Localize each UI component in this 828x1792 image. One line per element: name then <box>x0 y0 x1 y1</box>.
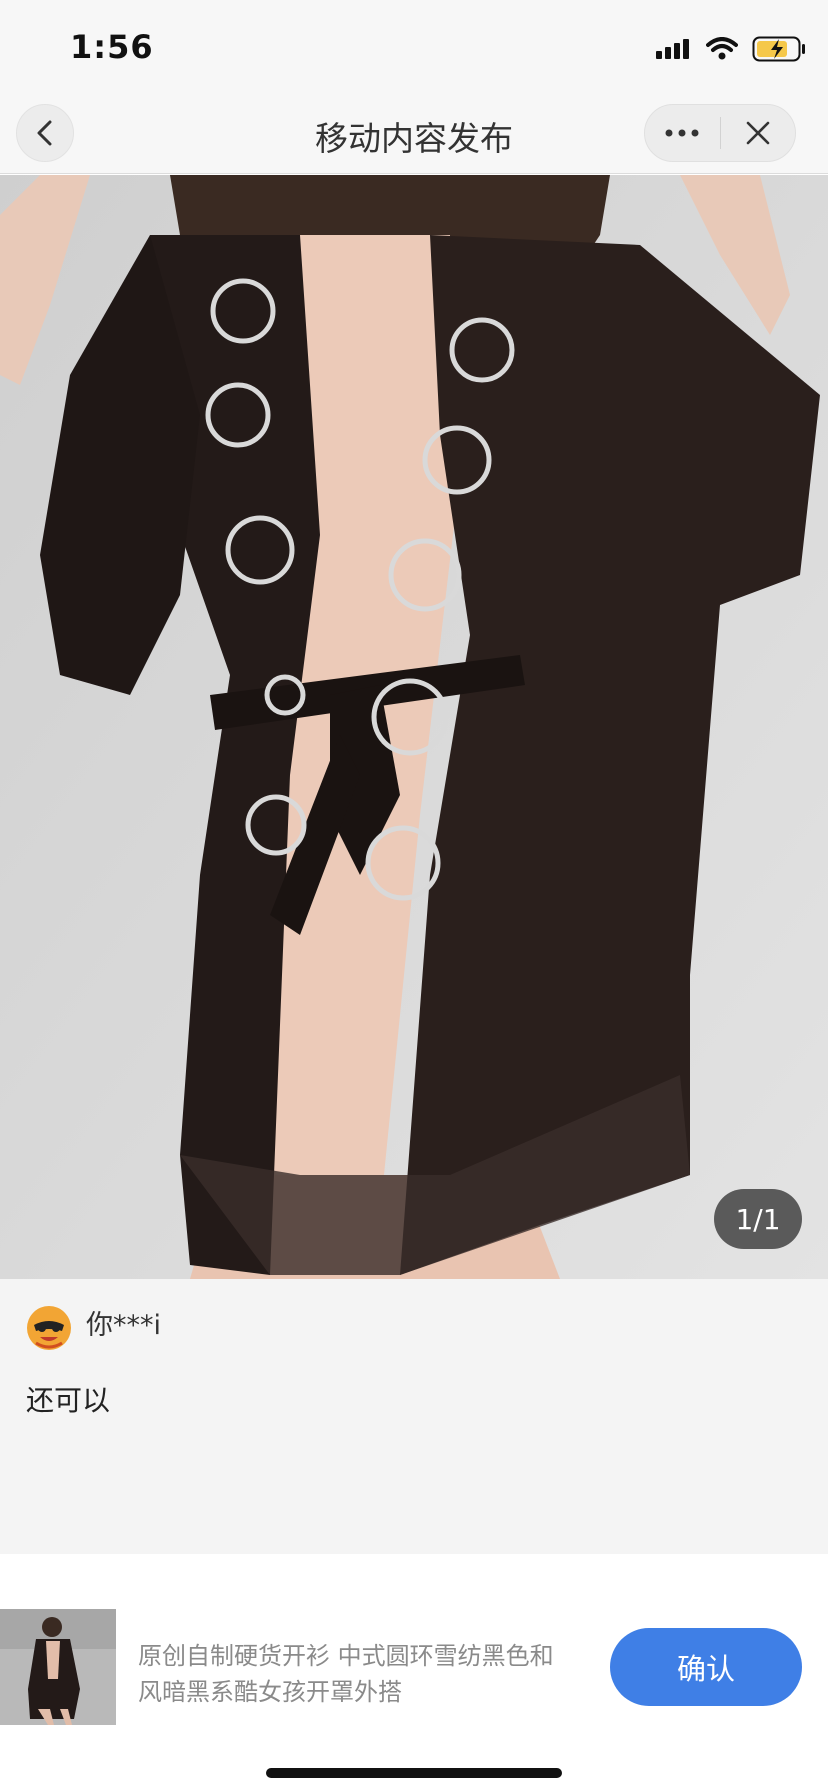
home-indicator <box>266 1768 562 1778</box>
avatar <box>27 1306 71 1350</box>
image-counter: 1/1 <box>714 1189 802 1249</box>
status-bar: 1:56 <box>0 0 828 98</box>
status-icons <box>656 32 806 66</box>
more-button[interactable] <box>645 105 720 161</box>
photo-illustration <box>0 175 828 1279</box>
product-photo[interactable]: 1/1 <box>0 175 828 1279</box>
wifi-icon <box>706 37 738 60</box>
nav-bar: 移动内容发布 <box>0 98 828 174</box>
comment-text: 还可以 <box>26 1384 111 1417</box>
product-bar: 原创自制硬货开衫 中式圆环雪纺黑色和风暗黑系酷女孩开罩外搭 确认 <box>0 1554 828 1792</box>
product-thumbnail[interactable] <box>0 1609 116 1725</box>
battery-charging-icon <box>752 36 805 62</box>
close-button[interactable] <box>721 105 796 161</box>
user-name: 你***i <box>86 1310 162 1341</box>
status-time: 1:56 <box>70 28 154 66</box>
thumbnail-illustration <box>0 1609 116 1725</box>
more-dots-icon <box>665 129 699 137</box>
mini-program-capsule <box>644 104 796 162</box>
confirm-button[interactable]: 确认 <box>610 1628 802 1706</box>
comment-card: 你***i 还可以 <box>0 1279 828 1554</box>
product-title[interactable]: 原创自制硬货开衫 中式圆环雪纺黑色和风暗黑系酷女孩开罩外搭 <box>138 1638 558 1710</box>
signal-icon <box>656 39 689 59</box>
close-icon <box>746 121 770 145</box>
